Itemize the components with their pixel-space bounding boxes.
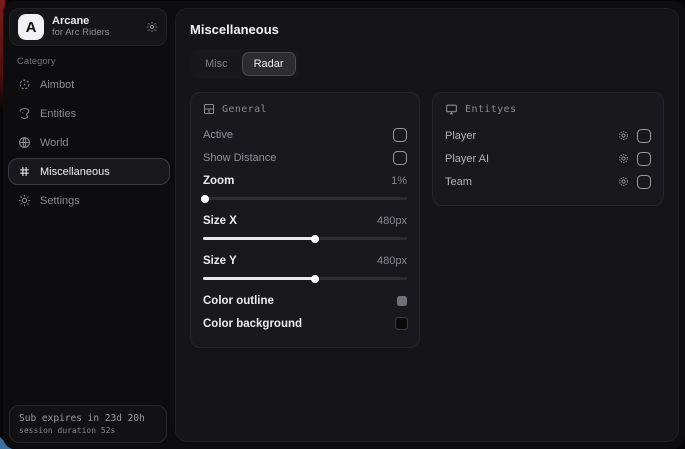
- subscription-card: Sub expires in 23d 20h session duration …: [9, 405, 167, 443]
- active-label: Active: [203, 129, 233, 141]
- show-distance-checkbox[interactable]: [393, 151, 407, 165]
- team-checkbox[interactable]: [637, 175, 651, 189]
- player-ai-gear-icon[interactable]: [618, 153, 629, 164]
- general-card-header: General: [203, 103, 407, 115]
- player-label: Player: [445, 130, 476, 142]
- color-outline-row: Color outline: [203, 289, 407, 312]
- team-label: Team: [445, 176, 472, 188]
- gear-icon: [18, 194, 31, 207]
- player-ai-checkbox[interactable]: [637, 152, 651, 166]
- sidebar-item-label: Aimbot: [40, 79, 74, 91]
- zoom-slider[interactable]: [203, 197, 407, 200]
- session-duration-text: session duration 52s: [19, 426, 157, 435]
- color-background-label: Color background: [203, 318, 302, 330]
- size-x-row: Size X 480px: [203, 209, 407, 232]
- crosshair-icon: [18, 78, 31, 91]
- sidebar-item-settings[interactable]: Settings: [8, 187, 170, 214]
- zoom-row: Zoom 1%: [203, 169, 407, 192]
- entities-card-title: Entityes: [465, 104, 516, 115]
- sub-expiry-text: Sub expires in 23d 20h: [19, 413, 157, 424]
- size-y-slider-thumb[interactable]: [311, 275, 319, 283]
- size-x-slider-thumb[interactable]: [311, 235, 319, 243]
- size-x-label: Size X: [203, 215, 237, 227]
- active-checkbox[interactable]: [393, 128, 407, 142]
- tab-bar: Misc Radar: [190, 49, 299, 79]
- sidebar-item-miscellaneous[interactable]: Miscellaneous: [8, 158, 170, 185]
- entities-scan-icon: [18, 107, 31, 120]
- zoom-label: Zoom: [203, 175, 234, 187]
- sidebar-item-label: Entities: [40, 108, 76, 120]
- player-row: Player: [445, 124, 651, 147]
- size-y-slider[interactable]: [203, 277, 407, 280]
- size-x-slider[interactable]: [203, 237, 407, 240]
- sidebar-item-aimbot[interactable]: Aimbot: [8, 71, 170, 98]
- cards-row: General Active Show Distance Zoom 1%: [190, 92, 664, 348]
- player-ai-row: Player AI: [445, 147, 651, 170]
- size-y-row: Size Y 480px: [203, 249, 407, 272]
- size-y-slider-fill: [203, 277, 315, 280]
- app-window: A Arcane for Arc Riders Category: [3, 1, 685, 449]
- terminal-grid-icon: [203, 103, 215, 115]
- globe-icon: [18, 136, 31, 149]
- player-ai-controls: [618, 152, 651, 166]
- player-controls: [618, 129, 651, 143]
- entities-card-header: Entityes: [445, 103, 651, 116]
- show-distance-row: Show Distance: [203, 146, 407, 169]
- team-controls: [618, 175, 651, 189]
- color-background-swatch[interactable]: [396, 318, 407, 329]
- sidebar-item-world[interactable]: World: [8, 129, 170, 156]
- player-checkbox[interactable]: [637, 129, 651, 143]
- category-label: Category: [17, 56, 56, 67]
- main-panel: Miscellaneous Misc Radar General Active: [175, 8, 679, 442]
- team-row: Team: [445, 170, 651, 193]
- player-gear-icon[interactable]: [618, 130, 629, 141]
- monitor-icon: [445, 103, 458, 116]
- zoom-value: 1%: [391, 175, 407, 187]
- general-card-title: General: [222, 104, 267, 115]
- show-distance-label: Show Distance: [203, 152, 276, 164]
- page-title: Miscellaneous: [190, 22, 664, 37]
- player-ai-label: Player AI: [445, 153, 489, 165]
- app-names: Arcane for Arc Riders: [52, 15, 138, 39]
- tab-radar[interactable]: Radar: [242, 52, 296, 76]
- size-x-slider-fill: [203, 237, 315, 240]
- size-y-label: Size Y: [203, 255, 237, 267]
- color-outline-swatch[interactable]: [397, 296, 407, 306]
- size-x-value: 480px: [377, 215, 407, 227]
- sidebar-item-label: Miscellaneous: [40, 166, 110, 178]
- app-subtitle: for Arc Riders: [52, 28, 138, 39]
- general-card: General Active Show Distance Zoom 1%: [190, 92, 420, 348]
- sidebar-nav: Aimbot Entities World: [8, 71, 170, 214]
- size-y-value: 480px: [377, 255, 407, 267]
- team-gear-icon[interactable]: [618, 176, 629, 187]
- app-logo: A: [18, 14, 44, 40]
- active-row: Active: [203, 123, 407, 146]
- grid-dots-icon: [18, 165, 31, 178]
- sidebar-item-label: Settings: [40, 195, 80, 207]
- sidebar: A Arcane for Arc Riders Category: [3, 1, 175, 449]
- tab-misc[interactable]: Misc: [193, 52, 240, 76]
- sidebar-item-entities[interactable]: Entities: [8, 100, 170, 127]
- app-title: Arcane: [52, 15, 138, 28]
- color-outline-label: Color outline: [203, 295, 274, 307]
- color-background-row: Color background: [203, 312, 407, 335]
- entities-card: Entityes Player Player AI: [432, 92, 664, 206]
- app-settings-gear-icon[interactable]: [146, 21, 158, 33]
- sidebar-item-label: World: [40, 137, 69, 149]
- app-header-card: A Arcane for Arc Riders: [9, 8, 167, 46]
- zoom-slider-thumb[interactable]: [201, 195, 209, 203]
